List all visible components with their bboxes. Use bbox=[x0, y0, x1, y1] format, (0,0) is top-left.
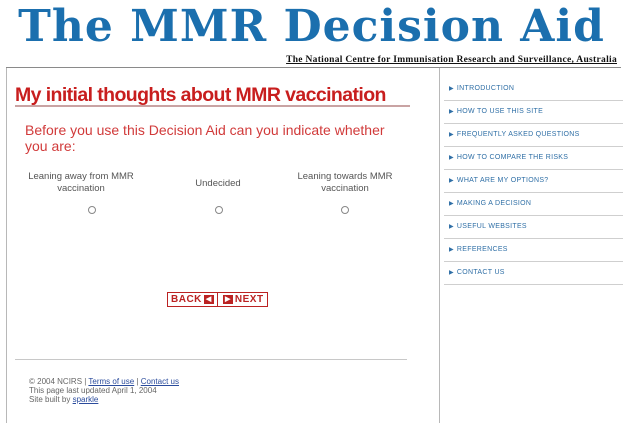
last-updated-text: This page last updated April 1, 2004 bbox=[29, 386, 157, 395]
back-arrow-icon: ◀ bbox=[203, 294, 214, 304]
sidebar-item-compare-risks[interactable]: ▶ HOW TO COMPARE THE RISKS bbox=[444, 147, 623, 170]
contact-us-link[interactable]: Contact us bbox=[141, 377, 179, 386]
triangle-bullet-icon: ▶ bbox=[449, 178, 454, 184]
triangle-bullet-icon: ▶ bbox=[449, 270, 454, 276]
built-by-prefix: Site built by bbox=[29, 395, 71, 404]
main-content: My initial thoughts about MMR vaccinatio… bbox=[6, 68, 440, 423]
heading-underline bbox=[15, 105, 410, 107]
radio-leaning-towards[interactable] bbox=[341, 206, 349, 214]
copyright-text: © 2004 NCIRS | bbox=[29, 377, 87, 386]
site-subtitle: The National Centre for Immunisation Res… bbox=[286, 55, 617, 65]
option-label-leaning-away: Leaning away from MMR vaccination bbox=[28, 171, 134, 194]
intro-text: Before you use this Decision Aid can you… bbox=[25, 122, 385, 154]
sidebar-item-contact-us[interactable]: ▶ CONTACT US bbox=[444, 262, 623, 285]
sidebar-item-label: USEFUL WEBSITES bbox=[456, 223, 527, 230]
triangle-bullet-icon: ▶ bbox=[449, 132, 454, 138]
triangle-bullet-icon: ▶ bbox=[449, 201, 454, 207]
radio-undecided[interactable] bbox=[215, 206, 223, 214]
sidebar-item-introduction[interactable]: ▶ INTRODUCTION bbox=[444, 78, 623, 101]
back-button[interactable]: BACK ◀ bbox=[167, 292, 220, 307]
sidebar-item-references[interactable]: ▶ REFERENCES bbox=[444, 239, 623, 262]
triangle-bullet-icon: ▶ bbox=[449, 224, 454, 230]
option-label-undecided: Undecided bbox=[195, 178, 241, 189]
sidebar-item-label: HOW TO COMPARE THE RISKS bbox=[456, 154, 569, 161]
sidebar-item-label: HOW TO USE THIS SITE bbox=[456, 108, 544, 115]
sidebar-item-options[interactable]: ▶ WHAT ARE MY OPTIONS? bbox=[444, 170, 623, 193]
built-by-line: Site built by sparkle bbox=[29, 395, 179, 404]
built-by-link[interactable]: sparkle bbox=[73, 395, 99, 404]
sidebar-item-label: WHAT ARE MY OPTIONS? bbox=[456, 177, 549, 184]
sidebar-item-label: REFERENCES bbox=[456, 246, 508, 253]
sidebar-item-faq[interactable]: ▶ FREQUENTLY ASKED QUESTIONS bbox=[444, 124, 623, 147]
next-button[interactable]: ▶ NEXT bbox=[217, 292, 268, 307]
terms-of-use-link[interactable]: Terms of use bbox=[88, 377, 134, 386]
sidebar-item-label: MAKING A DECISION bbox=[456, 200, 532, 207]
triangle-bullet-icon: ▶ bbox=[449, 247, 454, 253]
sidebar-item-label: INTRODUCTION bbox=[456, 85, 515, 92]
next-arrow-icon: ▶ bbox=[223, 294, 233, 304]
sidebar-item-label: FREQUENTLY ASKED QUESTIONS bbox=[456, 131, 580, 138]
sidebar-item-useful-websites[interactable]: ▶ USEFUL WEBSITES bbox=[444, 216, 623, 239]
triangle-bullet-icon: ▶ bbox=[449, 155, 454, 161]
next-button-label: NEXT bbox=[234, 294, 264, 305]
triangle-bullet-icon: ▶ bbox=[449, 86, 454, 92]
sidebar-item-label: CONTACT US bbox=[456, 269, 505, 276]
sidebar-item-how-to-use[interactable]: ▶ HOW TO USE THIS SITE bbox=[444, 101, 623, 124]
sidebar-nav: ▶ INTRODUCTION ▶ HOW TO USE THIS SITE ▶ FRE… bbox=[444, 78, 623, 285]
site-title: The MMR Decision Aid bbox=[18, 1, 605, 52]
sidebar-item-making-decision[interactable]: ▶ MAKING A DECISION bbox=[444, 193, 623, 216]
footer-divider bbox=[15, 359, 407, 360]
footer: © 2004 NCIRS | Terms of use | Contact us… bbox=[29, 377, 179, 404]
footer-links-line: © 2004 NCIRS | Terms of use | Contact us bbox=[29, 377, 179, 386]
option-label-leaning-towards: Leaning towards MMR vaccination bbox=[297, 171, 393, 194]
back-button-label: BACK bbox=[171, 294, 202, 305]
footer-separator: | bbox=[136, 377, 139, 386]
triangle-bullet-icon: ▶ bbox=[449, 109, 454, 115]
page-heading: My initial thoughts about MMR vaccinatio… bbox=[15, 84, 386, 106]
radio-leaning-away[interactable] bbox=[88, 206, 96, 214]
